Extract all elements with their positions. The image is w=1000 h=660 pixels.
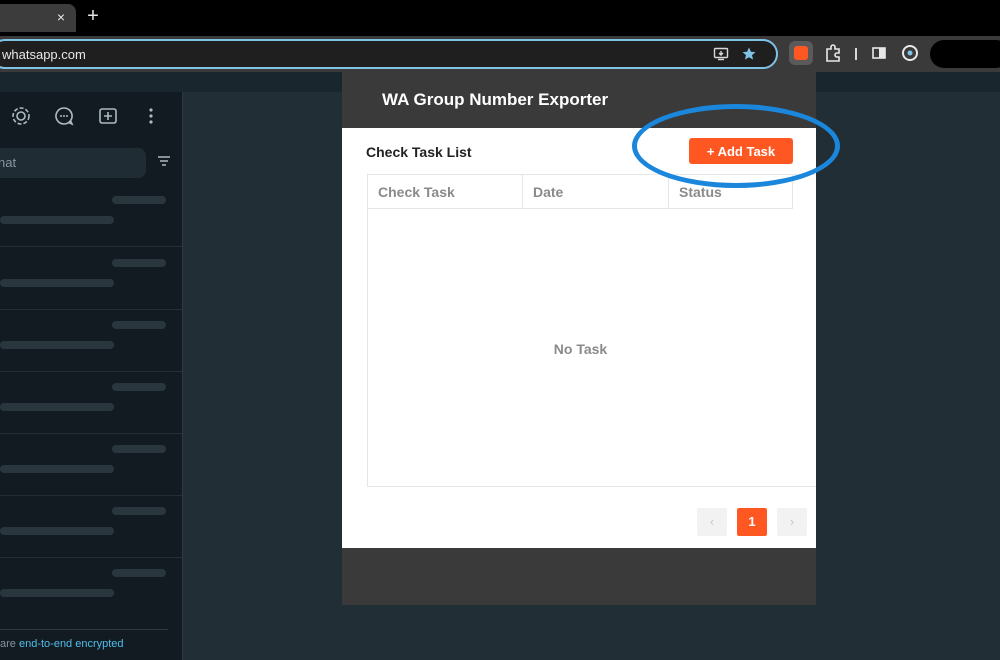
url-text[interactable]: whatsapp.com [2,47,86,62]
blurred-preview [0,589,114,597]
chat-list-item[interactable] [0,557,182,619]
column-header-check-task: Check Task [368,175,523,209]
channels-icon[interactable] [53,106,75,128]
blurred-preview [0,341,114,349]
blurred-time [112,569,166,577]
footer-divider [0,629,168,630]
blurred-preview [0,403,114,411]
encryption-link[interactable]: end-to-end encrypted [19,638,124,650]
column-header-date: Date [523,175,669,209]
media-button[interactable] [898,41,922,65]
blurred-time [112,196,166,204]
new-chat-icon[interactable] [97,106,119,128]
blurred-preview [0,216,114,224]
blurred-time [112,259,166,267]
pagination-prev-button[interactable]: ‹ [697,508,727,536]
chat-list-item[interactable] [0,247,182,310]
side-panel-button[interactable] [867,41,891,65]
whatsapp-sidebar: hat are end-to-end encrypted [0,92,183,660]
side-panel-icon [872,47,886,59]
menu-dots-icon[interactable] [140,106,162,128]
popup-body: Check Task List + Add Task Check Task Da… [342,128,816,548]
bookmark-star-icon[interactable] [740,46,758,64]
blurred-preview [0,465,114,473]
status-icon[interactable] [10,106,32,128]
chat-list-item[interactable] [0,309,182,372]
toolbar-divider [855,48,857,60]
puzzle-icon [826,44,840,62]
filter-icon[interactable] [156,154,172,170]
blurred-preview [0,279,114,287]
extensions-button[interactable] [821,41,845,65]
task-table: Check Task Date Status No Task [367,174,816,487]
browser-tab-bar: × + [0,0,1000,36]
blurred-time [112,383,166,391]
search-placeholder: hat [0,155,17,170]
chat-search-input[interactable]: hat [0,148,146,178]
chat-list-item[interactable] [0,433,182,496]
blurred-time [112,321,166,329]
wa-exporter-extension-button[interactable] [789,41,813,65]
profile-icon [902,45,918,61]
install-app-icon[interactable] [712,46,730,64]
address-bar[interactable]: whatsapp.com [0,39,778,69]
task-list-title: Check Task List [366,144,472,160]
popup-title: WA Group Number Exporter [382,90,609,109]
blurred-time [112,445,166,453]
blurred-preview [0,527,114,535]
chat-list-item[interactable] [0,371,182,434]
browser-toolbar: whatsapp.com [0,36,1000,72]
highlight-ellipse [632,104,840,188]
pagination-next-button[interactable]: › [777,508,807,536]
pagination-page-1[interactable]: 1 [737,508,767,536]
encryption-notice: are end-to-end encrypted [0,638,182,650]
chat-list-item[interactable] [0,495,182,558]
blurred-time [112,507,166,515]
tab-close-icon[interactable]: × [54,10,68,24]
footer-prefix: are [0,638,19,650]
profile-pill[interactable] [930,40,1000,68]
empty-state-text: No Task [553,341,608,357]
new-tab-button[interactable]: + [84,6,102,26]
extension-icon [794,46,808,60]
browser-tab[interactable]: × [0,4,76,32]
sidebar-header [0,92,182,142]
chat-list-item[interactable] [0,184,182,247]
